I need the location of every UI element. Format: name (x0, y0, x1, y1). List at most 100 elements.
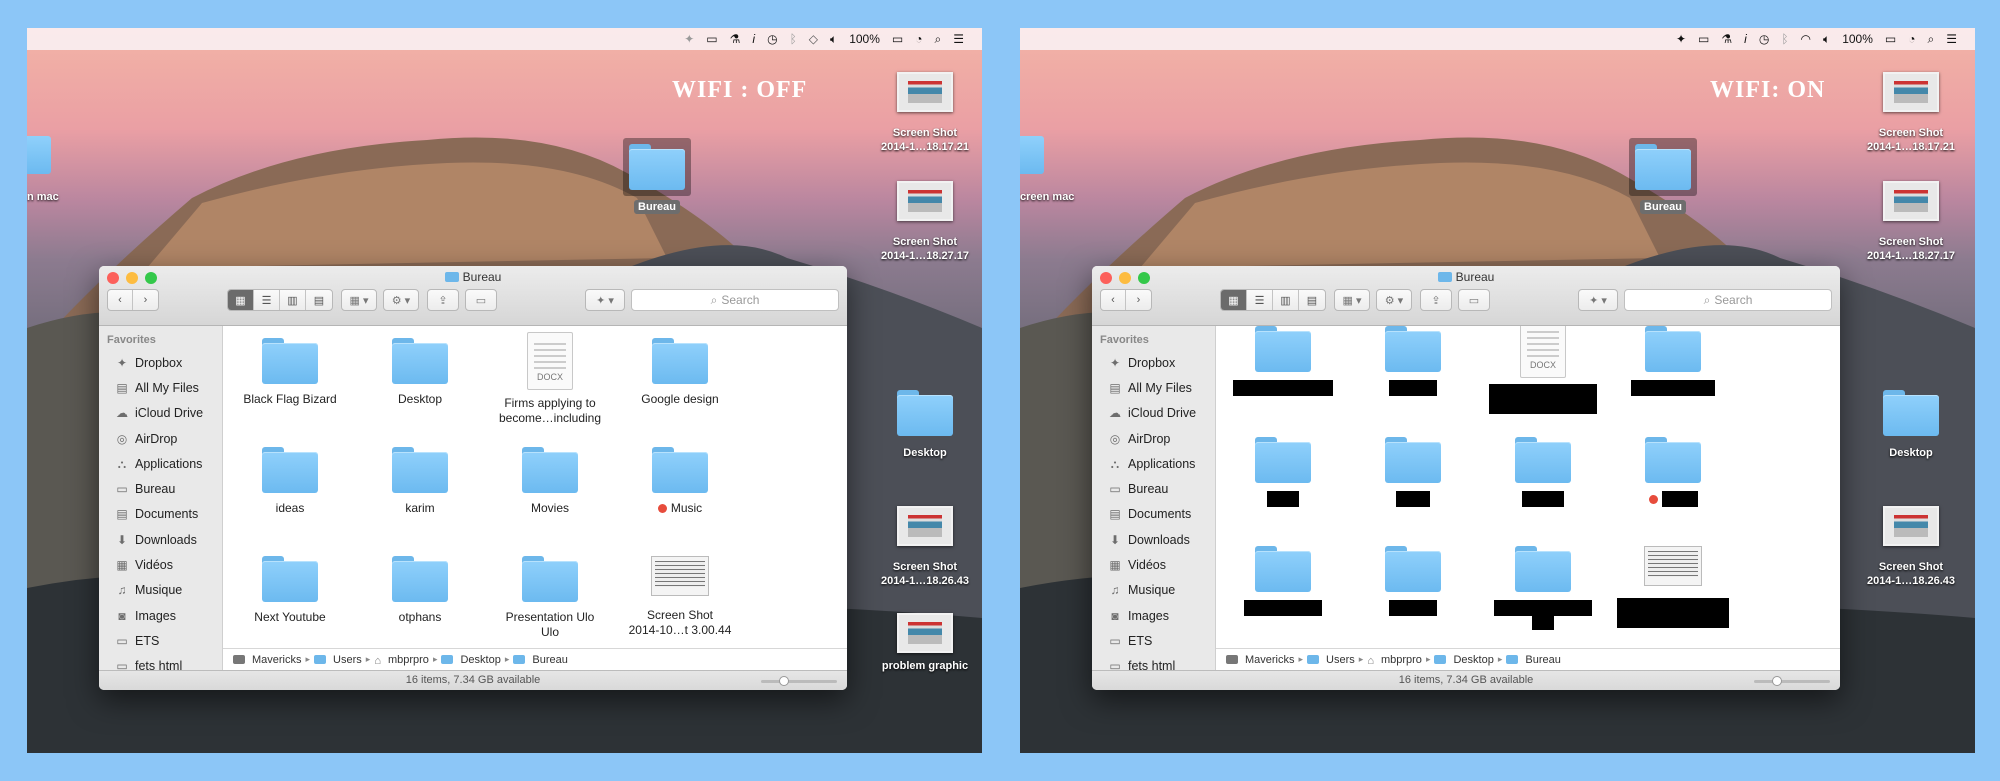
slider-handle[interactable] (1772, 676, 1782, 686)
path-item[interactable]: Users (1326, 654, 1355, 666)
path-item[interactable]: Desktop (460, 654, 500, 666)
flask-icon[interactable]: ⚗ (730, 28, 741, 50)
path-item[interactable]: Desktop (1453, 654, 1493, 666)
search-field[interactable]: ⌕ Search (1624, 289, 1832, 311)
sidebar-item-applications[interactable]: ⛬ Applications (99, 451, 222, 476)
sidebar-item-fets-html[interactable]: ▭ fets html (99, 654, 222, 670)
list-view-button[interactable]: ☰ (254, 290, 280, 310)
sidebar-item-documents[interactable]: ▤ Documents (1092, 502, 1215, 527)
file-item-ideas[interactable]: ideas (225, 447, 355, 516)
path-item[interactable]: mbprpro (1381, 654, 1422, 666)
column-view-button[interactable]: ▥ (1273, 290, 1299, 310)
dropbox-menu-icon[interactable]: ✦ (1676, 28, 1686, 50)
file-item-redacted[interactable] (1608, 326, 1738, 396)
path-item[interactable]: Mavericks (1245, 654, 1295, 666)
back-button[interactable]: ‹ (108, 290, 134, 310)
path-item[interactable]: Bureau (1525, 654, 1560, 666)
search-field[interactable]: ⌕ Search (631, 289, 839, 311)
sidebar-item-applications[interactable]: ⛬ Applications (1092, 451, 1215, 476)
time-machine-icon[interactable]: ◷ (767, 28, 777, 50)
file-item-movies[interactable]: Movies (485, 447, 615, 516)
file-item-redacted-docx[interactable]: DOCX (1478, 326, 1608, 414)
sidebar-item-dropbox[interactable]: ✦ Dropbox (99, 350, 222, 375)
sidebar-item-dropbox[interactable]: ✦ Dropbox (1092, 350, 1215, 375)
file-item-redacted-tagged[interactable] (1608, 437, 1738, 507)
sidebar-item-images[interactable]: ◙ Images (99, 603, 222, 628)
desktop-folder-desktop[interactable]: Desktop (1856, 390, 1966, 460)
action-gear-button[interactable]: ⚙ ▾ (383, 289, 419, 311)
spotlight-search-icon[interactable]: ⌕ (1928, 28, 1935, 50)
desktop-screenshot-3[interactable]: Screen Shot 2014-1…18.26.43 (870, 506, 980, 588)
sidebar-item-airdrop[interactable]: ◎ AirDrop (1092, 426, 1215, 451)
file-item-otphans[interactable]: otphans (355, 556, 485, 625)
icon-view-button[interactable]: ▦ (228, 290, 254, 310)
list-view-button[interactable]: ☰ (1247, 290, 1273, 310)
file-item-redacted[interactable] (1218, 546, 1348, 616)
airplay-icon[interactable]: ▭ (1698, 28, 1709, 50)
desktop-bureau-folder[interactable]: Bureau (1608, 138, 1718, 214)
wifi-on-icon[interactable]: ◠ (1801, 28, 1811, 50)
forward-button[interactable]: › (133, 290, 158, 310)
desktop-screenshot-1[interactable]: Screen Shot 2014-1…18.17.21 (870, 72, 980, 154)
battery-icon[interactable]: ▭ (892, 28, 903, 50)
tags-button[interactable]: ▭ (1458, 289, 1490, 311)
time-machine-icon[interactable]: ◷ (1759, 28, 1769, 50)
notification-center-icon[interactable]: ☰ (1946, 28, 1957, 50)
desktop-screenshot-3[interactable]: Screen Shot 2014-1…18.26.43 (1856, 506, 1966, 588)
file-item-black-flag-bizard[interactable]: Black Flag Bizard (225, 338, 355, 407)
path-item[interactable]: Bureau (532, 654, 567, 666)
file-item-redacted-screenshot[interactable] (1608, 540, 1738, 628)
file-item-presentation-ulo[interactable]: Presentation Ulo Ulo (485, 556, 615, 640)
info-icon[interactable]: i (752, 28, 755, 50)
sidebar-item-musique[interactable]: ♫ Musique (1092, 578, 1215, 603)
file-item-screen-shot[interactable]: Screen Shot 2014-10…t 3.00.44 (615, 550, 745, 638)
desktop-folder-partial[interactable] (27, 136, 51, 174)
share-button[interactable]: ⇪ (1420, 289, 1452, 311)
wifi-off-icon[interactable]: ◇ (809, 28, 818, 50)
flask-icon[interactable]: ⚗ (1721, 28, 1732, 50)
file-item-redacted[interactable] (1218, 326, 1348, 396)
file-item-redacted[interactable] (1478, 546, 1608, 630)
file-item-redacted[interactable] (1348, 326, 1478, 396)
desktop-screenshot-2[interactable]: Screen Shot 2014-1…18.27.17 (1856, 181, 1966, 263)
desktop-folder-partial[interactable] (1020, 136, 1044, 174)
dropbox-toolbar-button[interactable]: ✦ ▾ (1578, 289, 1618, 311)
desktop-screenshot-2[interactable]: Screen Shot 2014-1…18.27.17 (870, 181, 980, 263)
slider-handle[interactable] (779, 676, 789, 686)
sidebar-item-images[interactable]: ◙ Images (1092, 603, 1215, 628)
back-button[interactable]: ‹ (1101, 290, 1127, 310)
sidebar-item-ets[interactable]: ▭ ETS (99, 628, 222, 653)
file-item-google-design[interactable]: Google design (615, 338, 745, 407)
battery-percent[interactable]: 100% (1842, 28, 1873, 50)
path-item[interactable]: Users (333, 654, 362, 666)
cover-flow-button[interactable]: ▤ (306, 290, 332, 310)
path-item[interactable]: Mavericks (252, 654, 302, 666)
icon-size-slider[interactable] (761, 676, 837, 686)
desktop-folder-desktop[interactable]: Desktop (870, 390, 980, 460)
file-item-redacted[interactable] (1218, 437, 1348, 507)
file-item-desktop[interactable]: Desktop (355, 338, 485, 407)
sidebar-item-downloads[interactable]: ⬇ Downloads (99, 527, 222, 552)
share-button[interactable]: ⇪ (427, 289, 459, 311)
clock-icon[interactable]: ◔ (1908, 28, 1915, 50)
file-item-redacted[interactable] (1348, 546, 1478, 616)
volume-icon[interactable]: 🔈︎ (1823, 28, 1830, 50)
file-item-next-youtube[interactable]: Next Youtube (225, 556, 355, 625)
sidebar-item-icloud-drive[interactable]: ☁ iCloud Drive (1092, 401, 1215, 426)
notification-center-icon[interactable]: ☰ (953, 28, 964, 50)
sidebar-item-vid-os[interactable]: ▦ Vidéos (1092, 552, 1215, 577)
cover-flow-button[interactable]: ▤ (1299, 290, 1325, 310)
sidebar-item-ets[interactable]: ▭ ETS (1092, 628, 1215, 653)
dropbox-menu-icon[interactable]: ✦ (684, 28, 694, 50)
volume-icon[interactable]: 🔈︎ (830, 28, 837, 50)
sidebar-item-bureau[interactable]: ▭ Bureau (1092, 476, 1215, 501)
arrange-button[interactable]: ▦ ▾ (1334, 289, 1370, 311)
path-item[interactable]: mbprpro (388, 654, 429, 666)
bluetooth-icon[interactable]: ᛒ (1781, 28, 1788, 50)
sidebar-item-airdrop[interactable]: ◎ AirDrop (99, 426, 222, 451)
bluetooth-icon[interactable]: ᛒ (790, 28, 797, 50)
column-view-button[interactable]: ▥ (280, 290, 306, 310)
file-item-redacted[interactable] (1478, 437, 1608, 507)
airplay-icon[interactable]: ▭ (706, 28, 717, 50)
dropbox-toolbar-button[interactable]: ✦ ▾ (585, 289, 625, 311)
